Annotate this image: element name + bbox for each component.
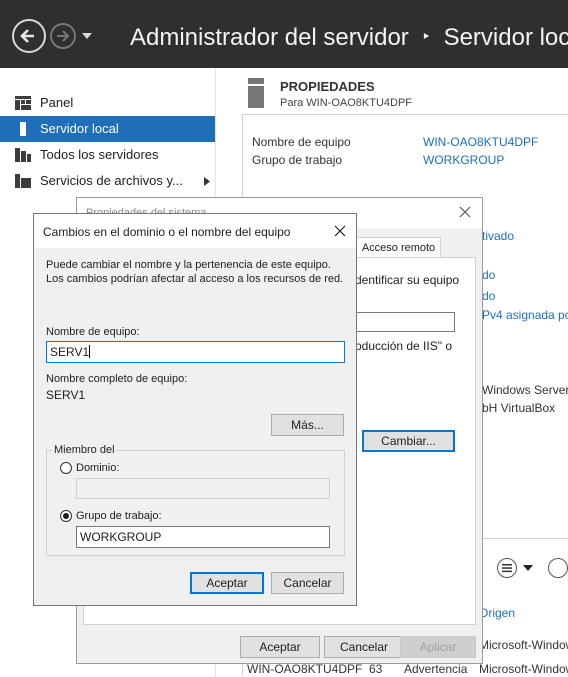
workgroup-link[interactable]: WORKGROUP xyxy=(423,153,504,167)
back-button[interactable] xyxy=(12,19,46,53)
cancel-button[interactable]: Cancelar xyxy=(324,636,404,658)
sidebar-item-label: Servicios de archivos y... xyxy=(40,173,183,188)
sidebar-item-file-services[interactable]: Servicios de archivos y... xyxy=(0,168,215,194)
properties-server-name: Para WIN-OAO8KTU4DPF xyxy=(280,97,413,109)
system-properties-text: oducción de IIS" o xyxy=(355,339,452,353)
property-link-partial[interactable]: do xyxy=(482,289,495,303)
property-value-partial: bH VirtualBox xyxy=(482,401,556,415)
page-title: Administrador del servidor ‣ Servidor lo… xyxy=(130,24,568,52)
computer-name-link[interactable]: WIN-OAO8KTU4DPF xyxy=(423,135,538,149)
sidebar-item-all-servers[interactable]: Todos los servidores xyxy=(0,142,215,168)
change-button[interactable]: Cambiar... xyxy=(362,430,455,452)
sidebar-item-label: Todos los servidores xyxy=(40,147,159,162)
apply-button[interactable]: Aplicar xyxy=(400,636,476,658)
sidebar-item-label: Servidor local xyxy=(40,121,119,136)
event-level: Advertencia xyxy=(404,662,468,676)
computer-description-input[interactable] xyxy=(355,312,455,332)
servers-icon xyxy=(15,148,31,162)
dashboard-icon xyxy=(15,96,31,110)
dialog-title: Cambios en el dominio o el nombre del eq… xyxy=(43,225,291,239)
workgroup-input[interactable]: WORKGROUP xyxy=(76,526,330,548)
back-arrow-icon xyxy=(20,29,34,43)
more-button[interactable]: Más... xyxy=(271,414,344,436)
tab-remote-access[interactable]: Acceso remoto xyxy=(356,237,441,258)
chevron-down-icon[interactable] xyxy=(523,565,533,571)
full-name-label: Nombre completo de equipo: xyxy=(46,373,188,385)
server-tower-icon xyxy=(248,78,264,108)
forward-button[interactable] xyxy=(50,23,76,49)
dialog-titlebar: Cambios en el dominio o el nombre del eq… xyxy=(34,214,356,248)
dialog-description: Puede cambiar el nombre y la pertenencia… xyxy=(46,259,344,285)
sidebar-item-label: Panel xyxy=(40,95,74,110)
workgroup-label: Grupo de trabajo: xyxy=(76,510,162,522)
workgroup-label: Grupo de trabajo xyxy=(252,153,343,167)
rename-computer-dialog: Cambios en el dominio o el nombre del eq… xyxy=(33,213,357,606)
event-source: Microsoft-Window xyxy=(479,638,568,652)
domain-input[interactable] xyxy=(76,478,330,499)
dialog-ok-button[interactable]: Aceptar xyxy=(190,572,264,594)
list-icon xyxy=(502,564,512,573)
property-link-partial[interactable]: tivado xyxy=(482,229,514,243)
property-link-partial[interactable]: Pv4 asignada por xyxy=(482,308,568,322)
sidebar-item-panel[interactable]: Panel xyxy=(0,90,215,116)
history-dropdown-icon[interactable] xyxy=(82,33,92,39)
properties-heading: PROPIEDADES xyxy=(280,79,375,94)
computer-name-value: SERV1 xyxy=(50,345,90,359)
computer-name-label: Nombre de equipo: xyxy=(46,326,140,338)
title-bar: Administrador del servidor ‣ Servidor lo… xyxy=(0,0,568,68)
chevron-right-icon xyxy=(204,177,210,186)
breadcrumb-separator: ‣ xyxy=(421,29,431,46)
breadcrumb-current: Servidor local xyxy=(443,24,568,51)
expand-button[interactable] xyxy=(548,558,568,578)
full-name-value: SERV1 xyxy=(46,388,86,402)
workgroup-radio[interactable] xyxy=(60,510,72,522)
domain-label: Dominio: xyxy=(76,462,120,474)
forward-arrow-icon xyxy=(57,30,70,42)
member-of-label: Miembro del xyxy=(52,444,117,456)
domain-radio[interactable] xyxy=(60,462,72,474)
ok-button[interactable]: Aceptar xyxy=(240,636,320,658)
computer-name-label: Nombre de equipo xyxy=(252,135,351,149)
event-id: 63 xyxy=(369,662,383,676)
server-icon xyxy=(20,122,26,136)
app-title: Administrador del servidor xyxy=(130,24,409,51)
property-link-partial[interactable]: do xyxy=(482,268,495,282)
close-icon[interactable] xyxy=(334,225,346,237)
property-value-partial: Windows Server 2 xyxy=(482,383,568,397)
sidebar-item-local-server[interactable]: Servidor local xyxy=(0,116,215,142)
system-properties-text: dentificar su equipo xyxy=(355,273,460,287)
list-options-button[interactable] xyxy=(497,558,517,578)
event-server: WIN-OAO8KTU4DPF xyxy=(247,662,363,676)
events-column-origin[interactable]: Origen xyxy=(479,606,515,620)
dialog-cancel-button[interactable]: Cancelar xyxy=(271,572,344,594)
workgroup-value: WORKGROUP xyxy=(80,530,162,544)
close-icon[interactable] xyxy=(459,206,471,218)
text-cursor xyxy=(89,345,91,358)
computer-name-input[interactable]: SERV1 xyxy=(46,341,345,363)
event-source: Microsoft-Window xyxy=(479,662,568,676)
file-services-icon xyxy=(15,174,31,188)
